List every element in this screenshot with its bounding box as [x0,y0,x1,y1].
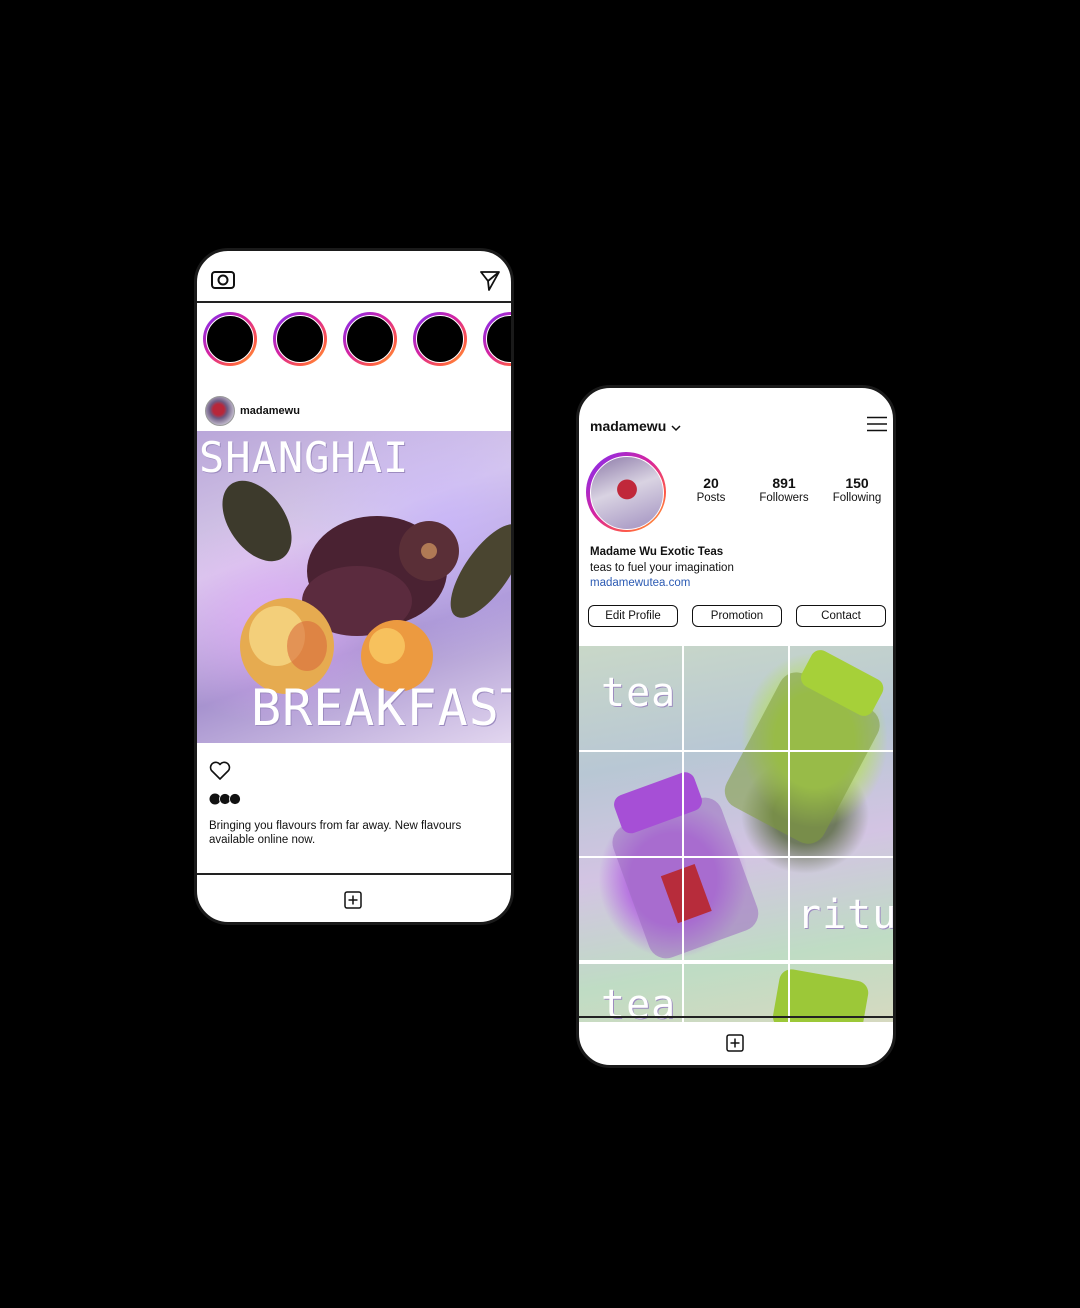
profile-avatar-image [590,456,664,530]
grid-word-tea: tea [601,670,677,716]
stat-posts-label: Posts [696,492,726,504]
profile-phone: madamewu 20 Posts 891 Followers 150 Foll… [576,385,896,1068]
bio-name: Madame Wu Exotic Teas [590,546,724,558]
stat-following-label: Following [832,492,882,504]
grid-divider [579,750,893,752]
add-post-icon[interactable] [344,891,362,909]
profile-username[interactable]: madamewu [590,418,666,434]
post-grid: tea ritual tea [579,646,893,1022]
stat-followers[interactable]: 891 Followers [749,475,819,504]
story-bubble[interactable] [343,312,397,366]
story-bubble[interactable] [203,312,257,366]
grid-divider [682,646,684,1022]
profile-bio: Madame Wu Exotic Teas teas to fuel your … [590,545,734,592]
send-icon[interactable] [479,269,501,291]
grid-divider [579,856,893,858]
edit-profile-button[interactable]: Edit Profile [588,605,678,627]
stories-row [203,312,511,372]
feed-bottom-bar [197,873,511,922]
bio-link[interactable]: madamewutea.com [590,576,734,592]
stat-following-value: 150 [845,475,869,491]
add-post-icon[interactable] [726,1034,744,1052]
menu-icon[interactable] [867,416,887,432]
story-bubble[interactable] [413,312,467,366]
bio-text: teas to fuel your imagination [590,561,734,574]
more-dots-icon[interactable] [209,793,243,805]
feed-phone: madamewu SHANGHAI BREAKFAST Bringing you… [194,248,514,925]
contact-button[interactable]: Contact [796,605,886,627]
grid-divider [788,646,790,1022]
stat-following[interactable]: 150 Following [822,475,892,504]
stat-posts-value: 20 [703,475,719,491]
camera-icon[interactable] [211,271,235,289]
stat-followers-value: 891 [772,475,796,491]
chevron-down-icon[interactable] [671,424,681,432]
post-title-top: SHANGHAI [199,433,410,482]
post-username[interactable]: madamewu [240,405,300,417]
stat-followers-label: Followers [759,492,809,504]
profile-avatar[interactable] [586,452,666,532]
post-caption: Bringing you flavours from far away. New… [209,820,462,846]
story-bubble[interactable] [483,312,511,366]
grid-word-ritual: ritual [797,892,893,938]
stat-posts[interactable]: 20 Posts [676,475,746,504]
post-title-bottom: BREAKFAST [251,679,511,737]
post-image[interactable]: SHANGHAI BREAKFAST [197,431,511,743]
story-bubble[interactable] [273,312,327,366]
post-header: madamewu [205,396,505,426]
promotion-button[interactable]: Promotion [692,605,782,627]
feed-top-bar [197,251,511,303]
avatar[interactable] [205,396,235,426]
profile-bottom-bar [579,1016,893,1065]
grid-divider [579,960,893,964]
heart-icon[interactable] [209,761,231,781]
